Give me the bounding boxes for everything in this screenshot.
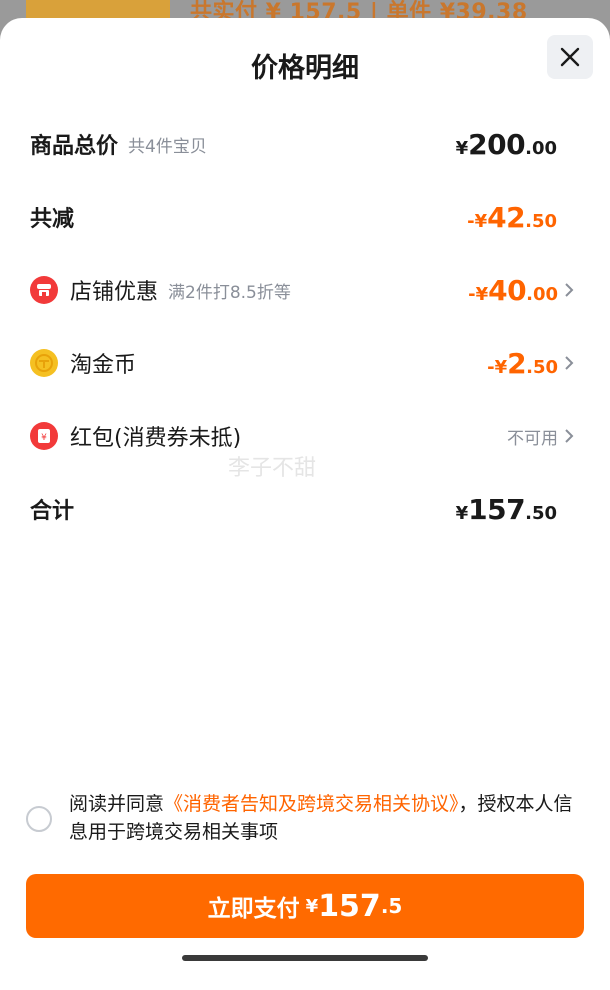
row-taojinbi[interactable]: 淘金币 -¥ 2.50	[30, 343, 576, 383]
total-amount: ¥157.50	[455, 492, 557, 526]
svg-text:¥: ¥	[41, 433, 47, 443]
pay-button-currency: ¥	[305, 895, 319, 917]
store-discount-amount: -¥ 40.00	[468, 273, 558, 307]
row-subtotal: 商品总价 共4件宝贝 ¥200.00	[30, 124, 576, 164]
pay-button-label: 立即支付	[207, 896, 300, 922]
close-icon	[560, 47, 580, 67]
agreement-section: 阅读并同意《消费者告知及跨境交易相关协议》，授权本人信息用于跨境交易相关事项	[26, 790, 582, 850]
subtotal-label: 商品总价	[30, 134, 119, 159]
sheet-title: 价格明细	[251, 53, 359, 84]
store-discount-label: 店铺优惠	[70, 280, 159, 305]
total-label: 合计	[30, 499, 75, 524]
chevron-right-icon	[564, 355, 576, 371]
taojinbi-label: 淘金币	[70, 353, 137, 378]
agreement-link[interactable]: 《消费者告知及跨境交易相关协议》	[164, 793, 459, 815]
row-total: 合计 ¥157.50	[30, 489, 576, 529]
discount-total-amount: -¥ 42.50	[467, 200, 557, 234]
row-store-discount[interactable]: 店铺优惠 满2件打8.5折等 -¥ 40.00	[30, 270, 576, 310]
store-discount-rule: 满2件打8.5折等	[168, 282, 291, 303]
close-button[interactable]	[547, 35, 593, 79]
red-packet-icon: ¥	[30, 422, 58, 450]
agree-radio[interactable]	[26, 806, 52, 832]
price-detail-sheet: 价格明细 商品总价 共4件宝贝 ¥200.00 共减 -¥ 42.50 店铺优惠…	[0, 18, 610, 990]
store-icon	[30, 276, 58, 304]
item-count: 共4件宝贝	[128, 136, 207, 157]
red-packet-status: 不可用	[507, 428, 558, 449]
agreement-prefix: 阅读并同意	[69, 793, 165, 815]
chevron-right-icon	[564, 282, 576, 298]
home-indicator[interactable]	[182, 955, 428, 961]
taojinbi-amount: -¥ 2.50	[487, 346, 558, 380]
chevron-right-icon	[564, 428, 576, 444]
subtotal-amount: ¥200.00	[455, 127, 557, 161]
row-discount-total: 共减 -¥ 42.50	[30, 197, 576, 237]
agreement-text: 阅读并同意《消费者告知及跨境交易相关协议》，授权本人信息用于跨境交易相关事项	[69, 790, 579, 846]
coin-icon	[30, 349, 58, 377]
pay-button-amount-dec: .5	[380, 894, 403, 918]
watermark: 李子不甜	[228, 456, 317, 481]
discount-total-label: 共减	[30, 207, 75, 232]
pay-now-button[interactable]: 立即支付 ¥157.5	[26, 874, 584, 938]
pay-button-amount-int: 157	[318, 888, 381, 924]
red-packet-label: 红包(消费券未抵)	[70, 426, 242, 451]
